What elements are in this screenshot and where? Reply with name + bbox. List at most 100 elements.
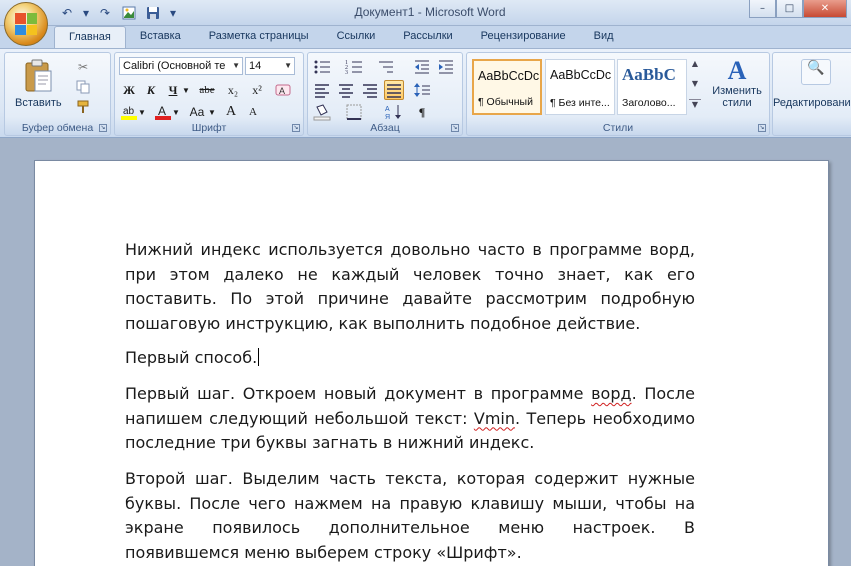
misspelled-word[interactable]: Vmin (474, 409, 515, 428)
tab-references[interactable]: Ссылки (323, 26, 390, 48)
svg-text:A: A (385, 106, 390, 113)
chevron-down-icon[interactable]: ▼ (171, 102, 181, 122)
align-left-icon[interactable] (312, 80, 332, 100)
font-size-combo[interactable]: 14 ▼ (245, 57, 295, 75)
superscript-button[interactable]: x² (247, 80, 267, 100)
strikethrough-button[interactable]: abe (195, 80, 219, 100)
font-color-icon[interactable]: A (153, 102, 173, 122)
tab-page-layout[interactable]: Разметка страницы (195, 26, 323, 48)
tab-mailings[interactable]: Рассылки (389, 26, 466, 48)
chevron-down-icon[interactable]: ▼ (181, 80, 191, 100)
justify-icon[interactable] (384, 80, 404, 100)
font-group: Calibri (Основной те ▼ 14 ▼ Ж К Ч ▼ abe … (114, 52, 304, 136)
paste-icon[interactable] (23, 59, 53, 93)
grow-font-button[interactable]: A (221, 102, 241, 122)
shrink-font-button[interactable]: A (243, 102, 263, 122)
shading-icon[interactable] (312, 102, 332, 122)
dropdown-icon[interactable]: ▾ (82, 4, 90, 22)
font-name-combo[interactable]: Calibri (Основной те ▼ (119, 57, 243, 75)
paragraph-group: 123 AЯ ¶ Абзац ↘ (307, 52, 463, 136)
subscript-button[interactable]: x₂ (223, 80, 243, 100)
style-heading[interactable]: AaBbC Заголово... (617, 59, 687, 115)
format-painter-icon[interactable] (75, 99, 91, 115)
style-sample: AaBbCcDc (478, 69, 540, 83)
chevron-down-icon[interactable]: ▼ (137, 102, 147, 122)
chevron-down-icon[interactable]: ▼ (207, 102, 217, 122)
redo-icon[interactable]: ↷ (96, 4, 114, 22)
underline-button[interactable]: Ч (163, 80, 183, 100)
gallery-scroll-down-icon[interactable]: ▼ (689, 79, 701, 97)
office-logo-icon (15, 13, 37, 35)
multilevel-list-icon[interactable] (376, 57, 396, 77)
styles-launcher-icon[interactable]: ↘ (758, 124, 766, 132)
paragraph-3[interactable]: Первый шаг. Откроем новый документ в про… (125, 382, 695, 456)
pilcrow-icon[interactable]: ¶ (412, 102, 432, 122)
increase-indent-icon[interactable] (436, 57, 456, 77)
paragraph-group-label: Абзац (370, 122, 400, 134)
style-sample: AaBbC (622, 65, 676, 84)
italic-button[interactable]: К (141, 80, 161, 100)
save-icon[interactable] (144, 4, 162, 22)
style-no-spacing[interactable]: AaBbCcDc ¶ Без инте... (545, 59, 615, 115)
tab-insert[interactable]: Вставка (126, 26, 195, 48)
line-spacing-icon[interactable] (412, 80, 432, 100)
paragraph-4[interactable]: Второй шаг. Выделим часть текста, котора… (125, 467, 695, 565)
paragraph-2[interactable]: Первый способ. (125, 346, 695, 371)
ribbon: Вставить ✂ Буфер обмена ↘ Calibri (Основ… (0, 48, 851, 138)
font-launcher-icon[interactable]: ↘ (292, 124, 300, 132)
numbering-icon[interactable]: 123 (344, 57, 364, 77)
bullets-icon[interactable] (312, 57, 332, 77)
gallery-scroll-up-icon[interactable]: ▲ (689, 59, 701, 77)
svg-text:ab: ab (123, 106, 135, 117)
sort-icon[interactable]: AЯ (384, 102, 404, 122)
styles-group: AaBbCcDc ¶ Обычный AaBbCcDc ¶ Без инте..… (466, 52, 770, 136)
svg-text:Я: Я (385, 114, 390, 121)
text-cursor (258, 348, 260, 366)
window-title: Документ1 - Microsoft Word (354, 5, 506, 19)
editing-button[interactable]: Редактировани (773, 97, 851, 109)
svg-text:3: 3 (345, 70, 348, 76)
clear-formatting-icon[interactable]: A (273, 80, 293, 100)
style-name: ¶ Обычный (478, 96, 533, 108)
clipboard-launcher-icon[interactable]: ↘ (99, 124, 107, 132)
align-right-icon[interactable] (360, 80, 380, 100)
change-styles-label-2: стили (722, 97, 752, 109)
ribbon-tabs: Главная Вставка Разметка страницы Ссылки… (0, 26, 851, 48)
cut-icon[interactable]: ✂ (75, 59, 91, 75)
find-icon[interactable]: 🔍 (801, 59, 831, 85)
close-button[interactable]: ✕ (803, 0, 847, 18)
tab-review[interactable]: Рецензирование (467, 26, 580, 48)
font-group-label: Шрифт (191, 122, 227, 134)
office-button[interactable] (4, 2, 48, 46)
paragraph-1[interactable]: Нижний индекс используется довольно част… (125, 238, 695, 336)
minimize-button[interactable]: – (749, 0, 776, 18)
svg-text:A: A (158, 104, 166, 118)
paragraph-2-text: Первый способ. (125, 348, 258, 367)
decrease-indent-icon[interactable] (412, 57, 432, 77)
style-sample: AaBbCcDc (550, 68, 612, 82)
styles-group-label: Стили (602, 122, 634, 134)
change-styles-icon: A (727, 56, 747, 85)
copy-icon[interactable] (75, 79, 91, 95)
tab-view[interactable]: Вид (580, 26, 628, 48)
change-styles-button[interactable]: A Изменить стили (705, 57, 769, 119)
paragraph-launcher-icon[interactable]: ↘ (451, 124, 459, 132)
highlight-color-icon[interactable]: ab (119, 102, 139, 122)
picture-icon[interactable] (120, 4, 138, 22)
paste-button[interactable]: Вставить (15, 97, 62, 109)
borders-icon[interactable] (344, 102, 364, 122)
font-name-value: Calibri (Основной те (123, 60, 226, 72)
misspelled-word[interactable]: ворд (591, 384, 631, 403)
style-name: ¶ Без инте... (550, 97, 610, 109)
align-center-icon[interactable] (336, 80, 356, 100)
chevron-down-icon: ▼ (284, 61, 292, 70)
change-case-button[interactable]: Aa (185, 102, 209, 122)
customize-icon[interactable]: ▾ (168, 4, 178, 22)
gallery-more-icon[interactable]: ▼ (689, 99, 701, 115)
style-normal[interactable]: AaBbCcDc ¶ Обычный (472, 59, 542, 115)
font-size-value: 14 (249, 60, 262, 72)
maximize-button[interactable]: □ (776, 0, 803, 18)
undo-icon[interactable]: ↶ (58, 4, 76, 22)
bold-button[interactable]: Ж (119, 80, 139, 100)
tab-home[interactable]: Главная (54, 26, 126, 48)
